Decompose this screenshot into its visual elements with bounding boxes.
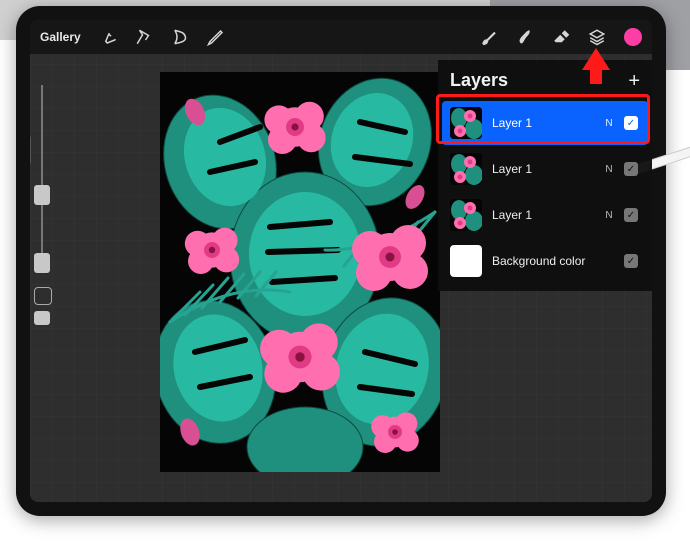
- gallery-button[interactable]: Gallery: [40, 30, 81, 44]
- app-screen: Gallery: [30, 20, 652, 502]
- redo-button[interactable]: [34, 311, 50, 325]
- layer-name-label: Layer 1: [492, 162, 594, 176]
- transform-icon[interactable]: [207, 28, 225, 46]
- brush-icon[interactable]: [480, 28, 498, 46]
- layers-panel-title: Layers: [450, 70, 508, 91]
- layer-name-label: Layer 1: [492, 116, 594, 130]
- top-toolbar: Gallery: [30, 20, 652, 54]
- selection-icon[interactable]: [171, 28, 189, 46]
- undo-button[interactable]: [34, 287, 52, 305]
- add-layer-button[interactable]: +: [628, 71, 640, 91]
- layer-blend-label[interactable]: N: [604, 118, 614, 129]
- layer-visibility-checkbox[interactable]: ✓: [624, 162, 638, 176]
- layer-row[interactable]: Layer 1 N ✓: [442, 147, 648, 191]
- brush-opacity-handle[interactable]: [34, 253, 50, 273]
- layer-visibility-checkbox[interactable]: ✓: [624, 116, 638, 130]
- canvas[interactable]: [160, 72, 440, 472]
- layer-blend-label[interactable]: N: [604, 164, 614, 175]
- side-rail: [30, 65, 54, 405]
- layer-row[interactable]: Layer 1 N ✓: [442, 193, 648, 237]
- brush-size-track[interactable]: [41, 85, 43, 255]
- eraser-icon[interactable]: [552, 28, 570, 46]
- layer-thumbnail[interactable]: [450, 107, 482, 139]
- layer-visibility-checkbox[interactable]: ✓: [624, 254, 638, 268]
- layer-name-label: Layer 1: [492, 208, 594, 222]
- smudge-icon[interactable]: [516, 28, 534, 46]
- color-picker[interactable]: [624, 28, 642, 46]
- layer-thumbnail[interactable]: [450, 199, 482, 231]
- actions-icon[interactable]: [99, 28, 117, 46]
- layer-visibility-checkbox[interactable]: ✓: [624, 208, 638, 222]
- adjustments-icon[interactable]: [135, 28, 153, 46]
- brush-size-handle[interactable]: [34, 185, 50, 205]
- layer-thumbnail[interactable]: [450, 245, 482, 277]
- layers-icon[interactable]: [588, 28, 606, 46]
- layer-thumbnail[interactable]: [450, 153, 482, 185]
- layer-name-label: Background color: [492, 254, 594, 268]
- modify-button[interactable]: [30, 135, 31, 165]
- layer-row[interactable]: Background color ✓: [442, 239, 648, 283]
- layers-panel: Layers + Layer 1N✓ Layer 1N✓ Layer 1N✓Ba…: [438, 60, 652, 291]
- ipad-device: Gallery: [16, 6, 666, 516]
- layer-row[interactable]: Layer 1 N ✓: [442, 101, 648, 145]
- layer-blend-label[interactable]: N: [604, 210, 614, 221]
